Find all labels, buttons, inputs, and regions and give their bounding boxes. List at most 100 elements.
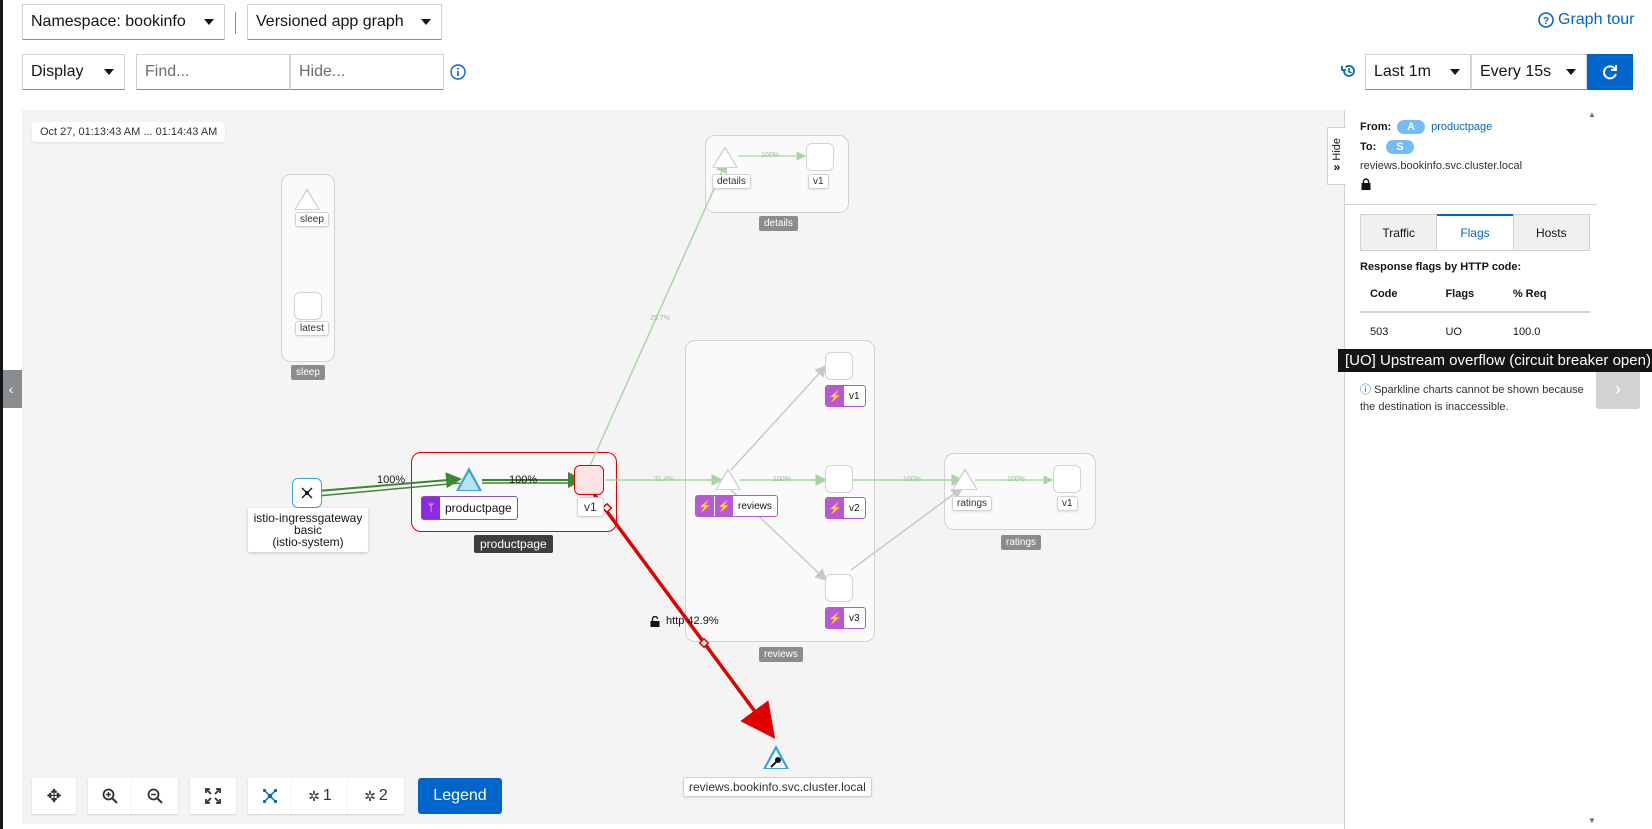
layout-1-button[interactable]: ✲ 1: [292, 778, 348, 814]
right-next-handle[interactable]: ›: [1596, 369, 1640, 409]
reviews-app-label: reviews: [738, 500, 772, 512]
zoom-out-button[interactable]: [132, 778, 178, 814]
table-header-row: Code Flags % Req: [1360, 276, 1590, 312]
edge-label-reviews: 31.4%: [654, 476, 674, 483]
namespace-dropdown-label: Namespace: bookinfo: [31, 13, 186, 30]
legend-button[interactable]: Legend: [418, 778, 502, 814]
display-dropdown[interactable]: Display: [22, 54, 125, 90]
ratings-v1-label: v1: [1057, 496, 1078, 511]
hide-input[interactable]: [290, 54, 444, 90]
reviews-app-tag: ⚡ ⚡ reviews: [695, 495, 778, 517]
history-icon: [1341, 65, 1355, 77]
chevron-left-icon: ‹: [8, 381, 14, 397]
details-app-label: details: [712, 174, 751, 189]
refresh-button[interactable]: [1587, 54, 1633, 90]
workload-badge-icon: ⚡: [826, 386, 844, 406]
tab-flags[interactable]: Flags: [1437, 214, 1513, 250]
graph-canvas[interactable]: Oct 27, 01:13:43 AM ... 01:14:43 AM slee…: [22, 110, 1344, 824]
hide-panel-tab[interactable]: Hide »: [1327, 127, 1346, 185]
from-link[interactable]: productpage: [1431, 121, 1492, 133]
details-v1-node[interactable]: [806, 143, 834, 171]
graph-type-label: Versioned app graph: [256, 13, 404, 30]
panel-tabs: Traffic Flags Hosts: [1360, 214, 1590, 251]
col-header-req: % Req: [1512, 287, 1547, 300]
reviews-v3-node[interactable]: [825, 574, 853, 602]
graph-edges: [305, 151, 1054, 739]
cell-flags[interactable]: UO: [1444, 312, 1511, 350]
table-row: 503 UO 100.0: [1360, 312, 1590, 350]
graph-type-dropdown[interactable]: Versioned app graph: [247, 4, 442, 40]
chevron-down-icon: [104, 69, 114, 75]
edge-label-productpage: 100%: [509, 474, 538, 486]
find-input[interactable]: [136, 54, 290, 90]
details-app-node[interactable]: [712, 146, 738, 168]
fit-button[interactable]: [190, 778, 236, 814]
ratings-app-node[interactable]: [952, 468, 978, 490]
side-panel: Hide » From: A productpage To: S reviews…: [1327, 110, 1597, 829]
pan-button[interactable]: ✥: [32, 778, 76, 814]
move-icon: ✥: [46, 785, 62, 806]
reviews-v2-tag: ⚡ v2: [825, 497, 866, 519]
workload-badge-icon: ⚡: [826, 498, 844, 518]
layout-default-button[interactable]: [248, 778, 292, 814]
reviews-v1-label: v1: [849, 390, 860, 402]
reviews-app-node[interactable]: [715, 468, 741, 490]
cell-req: 100.0: [1512, 325, 1541, 338]
reviews-v3-tag: ⚡ v3: [825, 607, 866, 629]
tab-hosts[interactable]: Hosts: [1512, 214, 1590, 250]
display-label: Display: [31, 63, 84, 80]
chevron-down-icon: [204, 19, 214, 25]
expand-icon: [205, 788, 221, 804]
sleep-latest-label: latest: [295, 321, 329, 336]
window-edge: [0, 0, 3, 829]
sleep-latest-node[interactable]: [294, 292, 322, 320]
info-icon[interactable]: [450, 64, 466, 80]
chevron-down-icon: [1450, 69, 1460, 75]
productpage-v1-label: v1: [577, 497, 604, 517]
sleep-app-label: sleep: [295, 212, 329, 227]
edge-label-details: 25.7%: [650, 315, 670, 322]
edge-label-http: http 42.9%: [650, 615, 719, 627]
graph-tour-link[interactable]: ? Graph tour: [1538, 11, 1634, 29]
namespace-dropdown[interactable]: Namespace: bookinfo: [22, 4, 225, 40]
to-badge: S: [1386, 140, 1414, 154]
app-badge-icon: ⚡: [696, 496, 714, 516]
details-v1-label: v1: [808, 174, 829, 189]
ratings-app-label: ratings: [952, 496, 993, 511]
reviews-v1-node[interactable]: [825, 352, 853, 380]
layout-icon: ✲: [364, 787, 376, 804]
left-collapse-handle[interactable]: ‹: [0, 370, 22, 408]
gateway-node[interactable]: [292, 478, 322, 508]
refresh-interval-dropdown[interactable]: Every 15s: [1471, 54, 1587, 90]
scroll-up-icon[interactable]: ▲: [1587, 110, 1597, 119]
toolbar-divider: [235, 12, 236, 34]
layout-icon: [262, 788, 278, 804]
from-row: From: A productpage: [1360, 120, 1492, 134]
tab-traffic[interactable]: Traffic: [1360, 214, 1438, 250]
sparkline-note-text: Sparkline charts cannot be shown because…: [1360, 384, 1584, 413]
reviews-v2-node[interactable]: [825, 465, 853, 493]
refresh-interval-label: Every 15s: [1480, 63, 1552, 80]
edge-label-http-text: http 42.9%: [666, 615, 719, 627]
edge-label-reviews-v2: 100%: [773, 476, 791, 483]
layout-1-label: 1: [322, 787, 332, 804]
zoom-in-button[interactable]: [88, 778, 132, 814]
edge-reviews-v1[interactable]: [730, 364, 828, 471]
from-badge: A: [1397, 120, 1426, 134]
panel-scrollbar[interactable]: ▲ ▼: [1587, 110, 1597, 829]
sleep-app-node[interactable]: [294, 188, 320, 210]
productpage-v1-node[interactable]: [574, 465, 604, 495]
productpage-app-node-fill: [459, 472, 479, 490]
scroll-down-icon[interactable]: ▼: [1587, 816, 1597, 825]
panel-divider: [1345, 204, 1597, 205]
double-chevron-right-icon: »: [1333, 160, 1341, 175]
layout-2-button[interactable]: ✲ 2: [348, 778, 404, 814]
reviews-v1-tag: ⚡ v1: [825, 385, 866, 407]
workload-badge-icon: ⚡: [826, 608, 844, 628]
ratings-v1-node[interactable]: [1053, 465, 1081, 493]
time-range-dropdown[interactable]: Last 1m: [1365, 54, 1471, 90]
chevron-down-icon: [1566, 69, 1576, 75]
to-row: To: S: [1360, 140, 1414, 154]
productpage-app-tag: ᛘ productpage: [421, 496, 518, 520]
edge-v3-ratings[interactable]: [850, 487, 964, 571]
